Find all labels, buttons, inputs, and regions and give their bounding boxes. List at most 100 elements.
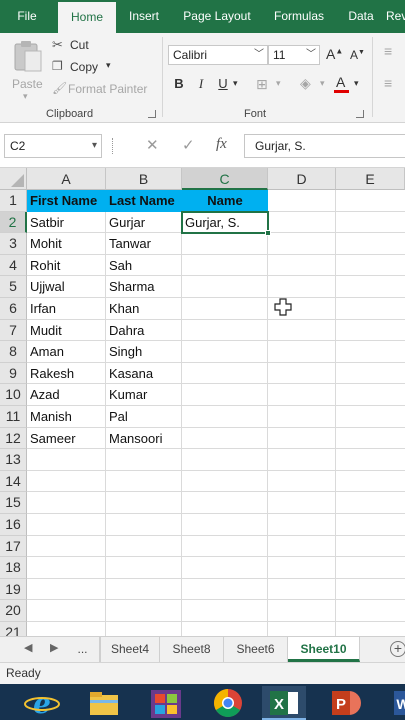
column-header-b[interactable]: B xyxy=(106,168,182,190)
sheet-tab-sheet8[interactable]: Sheet8 xyxy=(160,637,224,662)
borders-chevron-icon[interactable]: ▾ xyxy=(276,78,281,89)
italic-button[interactable]: I xyxy=(192,76,210,92)
row-header-17[interactable]: 17 xyxy=(0,535,27,558)
underline-chevron-icon[interactable]: ▾ xyxy=(233,78,238,89)
cell-c1[interactable]: Name xyxy=(182,190,268,212)
sheet-tabs-ellipsis[interactable]: ... xyxy=(66,637,100,662)
file-explorer-icon[interactable] xyxy=(82,686,126,720)
cell-a10[interactable]: Azad xyxy=(27,384,106,406)
cell-b6[interactable]: Khan xyxy=(106,298,182,320)
row-header-20[interactable]: 20 xyxy=(0,600,27,622)
cell-a12[interactable]: Sameer xyxy=(27,428,106,450)
font-color-chevron-icon[interactable]: ▾ xyxy=(354,78,359,89)
sheet-tab-sheet6[interactable]: Sheet6 xyxy=(224,637,288,662)
formula-input[interactable]: Gurjar, S. xyxy=(244,134,405,158)
cell-a3[interactable]: Mohit xyxy=(27,233,106,255)
paste-button[interactable]: Paste ▾ xyxy=(8,39,48,101)
word-icon[interactable]: W xyxy=(386,686,405,720)
sheet-tab-sheet10[interactable]: Sheet10 xyxy=(288,637,360,662)
column-header-d[interactable]: D xyxy=(268,168,336,190)
enter-icon[interactable]: ✓ xyxy=(182,136,195,154)
format-painter-button[interactable]: 🖌 Format Painter xyxy=(52,81,152,99)
cell-b4[interactable]: Sah xyxy=(106,255,182,277)
font-name-dropdown[interactable]: Calibri ﹀ xyxy=(168,45,268,65)
fill-color-icon[interactable]: ◈ xyxy=(300,75,311,92)
row-header-16[interactable]: 16 xyxy=(0,514,27,536)
column-header-c[interactable]: C xyxy=(182,168,268,190)
row-header-7[interactable]: 7 xyxy=(0,319,27,342)
fill-color-chevron-icon[interactable]: ▾ xyxy=(320,78,325,89)
powerpoint-icon[interactable]: P xyxy=(324,686,368,720)
sheet-next-icon[interactable]: ▶ xyxy=(50,641,58,654)
cell-a1[interactable]: First Name xyxy=(27,190,106,212)
cell-b12[interactable]: Mansoori xyxy=(106,428,182,450)
tab-review[interactable]: Rev xyxy=(386,0,405,33)
row-header-11[interactable]: 11 xyxy=(0,406,27,428)
row-header-3[interactable]: 3 xyxy=(0,233,27,255)
font-size-dropdown[interactable]: 11 ﹀ xyxy=(268,45,320,65)
row-header-2[interactable]: 2 xyxy=(0,211,27,234)
copy-button[interactable]: ❐ Copy ▾ xyxy=(52,59,122,77)
cell-a6[interactable]: Irfan xyxy=(27,298,106,320)
row-header-6[interactable]: 6 xyxy=(0,298,27,320)
row-header-13[interactable]: 13 xyxy=(0,449,27,471)
borders-icon[interactable]: ⊞ xyxy=(256,76,268,93)
cell-a2[interactable]: Satbir xyxy=(27,212,106,234)
row-header-15[interactable]: 15 xyxy=(0,492,27,514)
grow-font-button[interactable]: A▲ xyxy=(326,46,343,62)
tab-formulas[interactable]: Formulas xyxy=(266,0,332,33)
cell-b5[interactable]: Sharma xyxy=(106,276,182,298)
font-launcher-icon[interactable] xyxy=(356,110,364,118)
row-header-4[interactable]: 4 xyxy=(0,254,27,277)
sheet-tab-sheet4[interactable]: Sheet4 xyxy=(100,637,160,662)
clipboard-launcher-icon[interactable] xyxy=(148,110,156,118)
cell-a7[interactable]: Mudit xyxy=(27,320,106,342)
cell-b8[interactable]: Singh xyxy=(106,341,182,363)
cell-a11[interactable]: Manish xyxy=(27,406,106,428)
row-header-5[interactable]: 5 xyxy=(0,276,27,298)
cell-a4[interactable]: Rohit xyxy=(27,255,106,277)
alignment-icon[interactable]: ≡ xyxy=(384,43,392,59)
cell-a9[interactable]: Rakesh xyxy=(27,363,106,385)
row-header-12[interactable]: 12 xyxy=(0,427,27,450)
name-box[interactable]: C2 ▾ xyxy=(4,134,102,158)
row-header-19[interactable]: 19 xyxy=(0,578,27,601)
cell-b1[interactable]: Last Name xyxy=(106,190,182,212)
row-header-8[interactable]: 8 xyxy=(0,341,27,363)
row-header-10[interactable]: 10 xyxy=(0,384,27,406)
underline-button[interactable]: U xyxy=(214,76,232,91)
tab-insert[interactable]: Insert xyxy=(120,0,168,33)
row-header-14[interactable]: 14 xyxy=(0,470,27,493)
row-header-18[interactable]: 18 xyxy=(0,557,27,579)
cell-a8[interactable]: Aman xyxy=(27,341,106,363)
chrome-icon[interactable] xyxy=(206,686,250,720)
spreadsheet-grid[interactable]: A B C D E 1 2 3 4 5 6 7 8 9 10 11 12 13 … xyxy=(0,168,405,636)
insert-function-icon[interactable]: fx xyxy=(216,136,227,153)
cell-b9[interactable]: Kasana xyxy=(106,363,182,385)
formula-bar-splitter[interactable] xyxy=(112,138,115,154)
fill-handle[interactable] xyxy=(265,230,271,236)
cell-a5[interactable]: Ujjwal xyxy=(27,276,106,298)
column-header-a[interactable]: A xyxy=(27,168,106,190)
bold-button[interactable]: B xyxy=(170,76,188,91)
store-icon[interactable] xyxy=(144,686,188,720)
font-color-button[interactable]: A xyxy=(334,74,350,94)
cell-b3[interactable]: Tanwar xyxy=(106,233,182,255)
select-all-button[interactable] xyxy=(0,168,27,190)
cell-b10[interactable]: Kumar xyxy=(106,384,182,406)
column-header-e[interactable]: E xyxy=(336,168,405,190)
cell-b2[interactable]: Gurjar xyxy=(106,212,182,234)
row-header-21[interactable]: 21 xyxy=(0,622,27,636)
add-sheet-button[interactable]: + xyxy=(390,641,405,657)
tab-file[interactable]: File xyxy=(4,0,50,33)
shrink-font-button[interactable]: A▼ xyxy=(350,48,365,62)
tab-data[interactable]: Data xyxy=(340,0,382,33)
tab-page-layout[interactable]: Page Layout xyxy=(178,0,256,33)
tab-home[interactable]: Home xyxy=(58,2,116,33)
alignment-icon[interactable]: ≡ xyxy=(384,75,392,91)
cell-b7[interactable]: Dahra xyxy=(106,320,182,342)
row-header-1[interactable]: 1 xyxy=(0,190,27,212)
ie-icon[interactable]: e xyxy=(20,686,64,720)
cut-button[interactable]: ✂ Cut xyxy=(52,37,112,55)
cell-b11[interactable]: Pal xyxy=(106,406,182,428)
